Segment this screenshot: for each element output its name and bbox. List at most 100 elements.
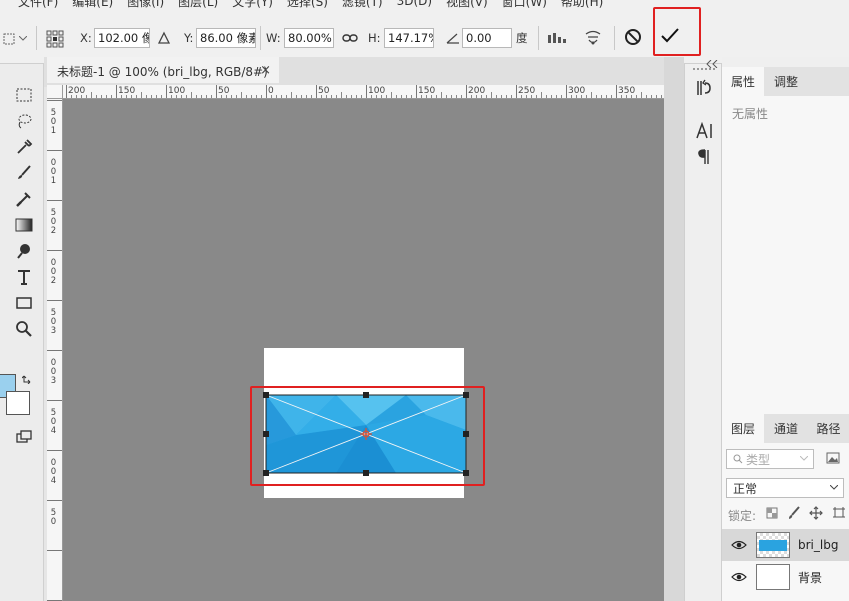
panel-grip[interactable] (693, 68, 715, 71)
tab-paths[interactable]: 路径 (808, 414, 849, 443)
tab-layers[interactable]: 图层 (722, 414, 764, 443)
ruler-tick-label: 2 (50, 276, 57, 286)
ruler-tick-label: 0 (50, 517, 57, 527)
background-color-swatch[interactable] (6, 391, 30, 415)
menu-item[interactable]: 文件(F) (18, 0, 58, 10)
transform-tool-icon[interactable] (0, 30, 20, 48)
options-bar: X: 102.00 像素 Y: 86.00 像素 W: 80.00% H: 14… (0, 10, 849, 64)
burn-tool-icon[interactable] (12, 240, 36, 262)
horizontal-ruler[interactable]: 200 150 100 50 0 50 100 150 200 250 300 350 (63, 85, 664, 99)
menu-item[interactable]: 图层(L) (178, 0, 218, 10)
chevron-down-icon (800, 456, 808, 461)
marquee-tool-icon[interactable] (12, 84, 36, 106)
search-icon (733, 454, 743, 464)
collapsed-panel-dock (684, 64, 722, 601)
layer-name[interactable]: 背景 (798, 569, 822, 586)
height-label: H: (368, 31, 381, 45)
type-tool-icon[interactable] (12, 266, 36, 288)
zoom-tool-icon[interactable] (12, 318, 36, 340)
visibility-eye-icon[interactable] (731, 539, 747, 551)
angle-icon (445, 30, 461, 46)
relative-position-icon[interactable] (156, 30, 172, 46)
cancel-transform-button[interactable] (622, 26, 644, 48)
ruler-tick-label: 250 (518, 86, 536, 96)
layers-tab-bar: 图层 通道 路径 (722, 414, 849, 443)
image-filter-icon[interactable] (826, 452, 840, 464)
degree-unit-label: 度 (516, 31, 528, 45)
clone-stamp-tool-icon[interactable] (12, 188, 36, 210)
x-label: X: (80, 31, 92, 45)
brush-tool-icon[interactable] (12, 162, 36, 184)
ruler-tick-label: 300 (568, 86, 586, 96)
tab-properties[interactable]: 属性 (722, 67, 764, 96)
layer-row[interactable]: bri_lbg (722, 529, 849, 561)
screen-mode-icon[interactable] (12, 426, 36, 448)
tab-adjustments[interactable]: 调整 (764, 67, 808, 96)
warp-mode-icon[interactable] (582, 27, 604, 49)
gradient-tool-icon[interactable] (12, 214, 36, 236)
ruler-tick-label: 4 (50, 426, 57, 436)
menu-item[interactable]: 编辑(E) (72, 0, 113, 10)
tab-channels[interactable]: 通道 (766, 414, 806, 443)
ruler-origin[interactable] (47, 85, 63, 99)
ruler-tick-label: 100 (368, 86, 386, 96)
lock-pixels-icon[interactable] (787, 506, 801, 520)
visibility-eye-icon[interactable] (731, 571, 747, 583)
tools-panel (0, 64, 44, 601)
layer-thumbnail[interactable] (756, 532, 790, 558)
ruler-tick-label: 100 (168, 86, 186, 96)
layer-row[interactable]: 背景 (722, 561, 849, 593)
lock-artboard-icon[interactable] (832, 506, 846, 520)
reference-point-icon[interactable] (44, 28, 66, 50)
dropdown-arrow-icon[interactable] (18, 32, 28, 46)
x-position-input[interactable]: 102.00 像素 (94, 28, 150, 48)
no-properties-text: 无属性 (732, 107, 769, 121)
layer-filter-dropdown[interactable]: 类型 (726, 449, 814, 469)
ruler-tick-label: 3 (50, 326, 57, 336)
lock-transparent-icon[interactable] (766, 507, 778, 519)
menu-item[interactable]: 视图(V) (446, 0, 488, 10)
link-icon[interactable] (341, 29, 359, 47)
canvas-area[interactable] (63, 99, 664, 601)
ruler-tick-label: 2 (50, 226, 57, 236)
menu-item[interactable]: 帮助(H) (561, 0, 603, 10)
close-tab-icon[interactable]: × (260, 63, 271, 78)
collapse-panels-icon[interactable] (706, 57, 720, 69)
menu-item[interactable]: 图像(I) (127, 0, 164, 10)
document-tab[interactable]: 未标题-1 @ 100% (bri_lbg, RGB/8#) × (47, 57, 279, 83)
layer-name[interactable]: bri_lbg (798, 538, 838, 552)
rotation-input[interactable]: 0.00 (462, 28, 512, 48)
menu-item[interactable]: 3D(D) (397, 0, 432, 8)
vertical-ruler[interactable]: 50100150200250300350400450 (47, 99, 63, 601)
menu-item[interactable]: 文字(Y) (232, 0, 273, 10)
ruler-tick-label: 350 (618, 86, 636, 96)
properties-tab-fill (808, 67, 849, 96)
history-panel-icon[interactable] (695, 78, 713, 98)
rectangle-tool-icon[interactable] (12, 292, 36, 314)
paragraph-panel-icon[interactable] (697, 148, 713, 166)
swap-colors-icon[interactable] (21, 372, 34, 385)
lock-position-icon[interactable] (809, 506, 823, 520)
transform-highlight-box (250, 386, 485, 486)
document-tab-bar: 未标题-1 @ 100% (bri_lbg, RGB/8#) × (44, 57, 664, 87)
menu-bar: 文件(F) 编辑(E) 图像(I) 图层(L) 文字(Y) 选择(S) 滤镜(T) 3D(D)… (0, 0, 849, 10)
ruler-tick-label: 0 (268, 86, 274, 96)
height-input[interactable]: 147.17% (384, 28, 434, 48)
lasso-tool-icon[interactable] (12, 110, 36, 132)
right-panel: 属性 调整 无属性 图层 通道 路径 类型 正常 锁定: bri_lbg 背景 (706, 57, 849, 601)
interpolation-icon[interactable] (546, 29, 568, 47)
ruler-tick-label: 200 (68, 86, 86, 96)
lock-label: 锁定: (728, 509, 757, 523)
eyedropper-tool-icon[interactable] (12, 136, 36, 158)
panel-divider (664, 57, 684, 601)
width-input[interactable]: 80.00% (284, 28, 334, 48)
character-panel-icon[interactable] (695, 121, 715, 140)
layer-thumbnail[interactable] (756, 564, 790, 590)
menu-item[interactable]: 滤镜(T) (342, 0, 383, 10)
y-position-input[interactable]: 86.00 像素 (196, 28, 256, 48)
menu-item[interactable]: 窗口(W) (502, 0, 547, 10)
document-tab-title: 未标题-1 @ 100% (bri_lbg, RGB/8#) (57, 64, 268, 79)
blend-mode-dropdown[interactable]: 正常 (726, 478, 844, 498)
menu-item[interactable]: 选择(S) (287, 0, 328, 10)
ruler-tick-label: 200 (468, 86, 486, 96)
